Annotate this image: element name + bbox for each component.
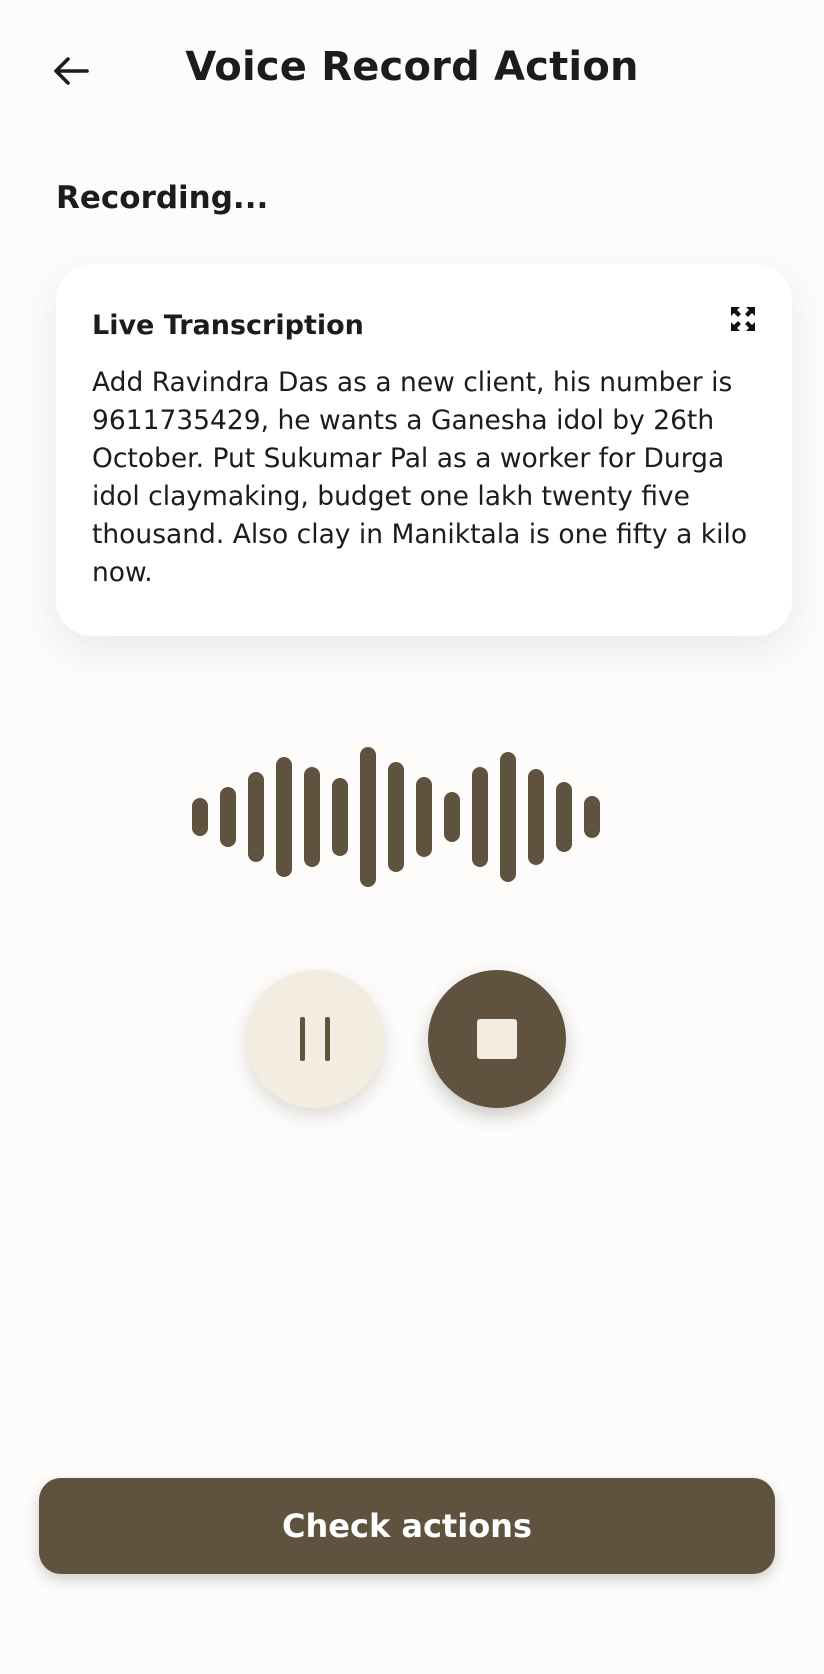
voice-record-screen: Voice Record Action Recording... Live Tr…	[0, 0, 824, 1674]
stop-button[interactable]	[428, 970, 566, 1108]
transcription-title: Live Transcription	[92, 310, 364, 341]
expand-icon	[731, 307, 755, 331]
waveform-bar	[220, 787, 236, 847]
pause-button[interactable]	[246, 970, 384, 1108]
waveform-bar	[276, 757, 292, 877]
waveform-bar	[528, 769, 544, 865]
recording-status: Recording...	[56, 180, 269, 216]
waveform-bar	[556, 782, 572, 852]
waveform-bar	[304, 767, 320, 867]
expand-button[interactable]	[728, 304, 758, 334]
stop-icon	[477, 1019, 517, 1059]
waveform-bar	[444, 792, 460, 842]
waveform-bar	[584, 796, 600, 838]
waveform-bar	[500, 752, 516, 882]
waveform-bar	[192, 798, 208, 836]
waveform-bar	[248, 772, 264, 862]
pause-icon	[300, 1017, 330, 1061]
waveform-bar	[472, 767, 488, 867]
waveform-bar	[332, 778, 348, 856]
waveform-bar	[360, 747, 376, 887]
audio-waveform	[192, 746, 600, 888]
transcription-text: Add Ravindra Das as a new client, his nu…	[92, 367, 748, 588]
waveform-bar	[416, 777, 432, 857]
waveform-bar	[388, 762, 404, 872]
live-transcription-card: Live Transcription Add Ravindra Das as a…	[56, 264, 792, 636]
check-actions-button[interactable]: Check actions	[39, 1478, 775, 1574]
page-title: Voice Record Action	[185, 44, 639, 90]
